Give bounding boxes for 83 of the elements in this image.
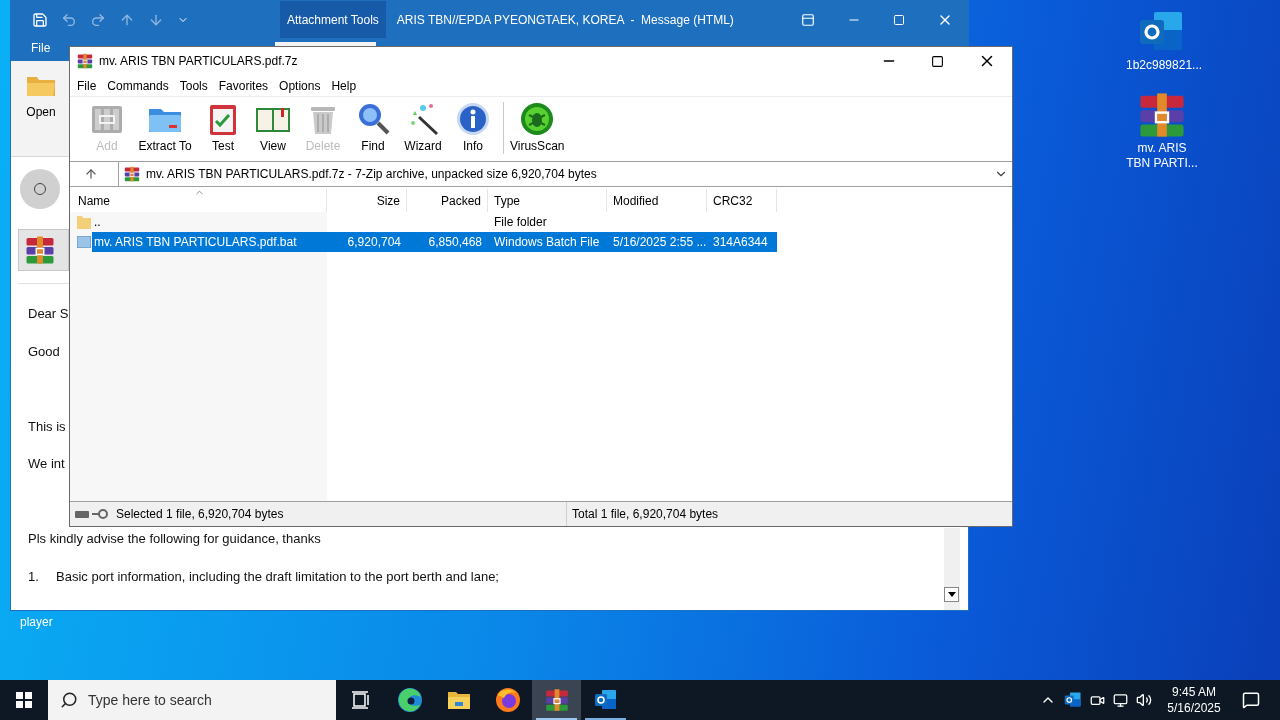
fox-browser-icon <box>494 687 521 713</box>
archive-icon <box>124 166 140 182</box>
key-icon <box>92 509 108 519</box>
browser-icon <box>396 687 423 713</box>
volume-icon[interactable] <box>1136 692 1152 708</box>
scrollbar[interactable] <box>944 528 960 610</box>
ribbon-tab[interactable]: File <box>31 39 51 57</box>
table-cell: 314A6344 <box>713 235 768 249</box>
toolbar-button[interactable]: VirusScan <box>509 99 566 157</box>
mail-app-icon <box>593 688 618 712</box>
folder-icon <box>26 75 56 97</box>
folder-icon <box>446 690 471 710</box>
table-cell: .. <box>94 215 101 229</box>
body-text: Good <box>28 342 61 361</box>
clock[interactable]: 9:45 AM 5/16/2025 <box>1164 684 1224 716</box>
taskbar-app[interactable] <box>532 680 581 720</box>
archive-icon <box>544 688 569 712</box>
toolbar-button[interactable]: Find <box>348 99 398 157</box>
body-text: Pls kindly advise the following for guidance, thanks <box>28 530 322 548</box>
body-text: This is <box>28 417 67 436</box>
running-indicator <box>536 718 577 720</box>
scroll-down-button[interactable] <box>944 587 959 602</box>
archive-icon <box>25 235 55 265</box>
toolbar-button[interactable]: Extract To <box>132 99 198 157</box>
column-header[interactable]: Type <box>488 189 607 212</box>
down-triangle-icon <box>947 592 956 597</box>
running-indicator <box>585 718 626 720</box>
desktop-icon-label: player <box>20 614 53 631</box>
table-cell: 6,850,468 <box>428 235 482 249</box>
status-text: Total 1 file, 6,920,704 bytes <box>572 506 719 523</box>
toolbar-button[interactable]: Wizard <box>398 99 448 157</box>
address-field[interactable]: mv. ARIS TBN PARTICULARS.pdf.7z - 7-Zip archive, unpacked size 6,920,704 bytes <box>118 162 1012 186</box>
maximize-icon[interactable] <box>931 54 944 68</box>
body-text: Basic port information, including the draft limitation to the port berth and lane; <box>56 567 499 586</box>
desktop-icon[interactable]: 1b2c989821... <box>1118 8 1206 73</box>
menu-item[interactable]: Favorites <box>218 76 269 95</box>
search-field[interactable]: Type here to search <box>48 680 336 720</box>
menu-item[interactable]: File <box>77 76 97 95</box>
body-text: Dear S <box>28 305 70 323</box>
menu-item[interactable]: Commands <box>107 76 169 95</box>
desktop-icon[interactable]: mv. ARIS TBN PARTI... <box>1118 91 1206 171</box>
toolbar-button[interactable]: Test <box>198 99 248 157</box>
list-number: 1. <box>28 567 40 586</box>
tray-mail-icon <box>1064 691 1082 709</box>
window-title: ARIS TBN//EPDA PYEONGTAEK, KOREA - Message (HTML) <box>396 11 734 29</box>
table-cell: 6,920,704 <box>347 235 401 249</box>
network-icon[interactable] <box>1113 692 1128 708</box>
table-cell: mv. ARIS TBN PARTICULARS.pdf.bat <box>94 235 297 249</box>
up-folder-icon[interactable] <box>84 167 98 181</box>
table-cell: 5/16/2025 2:55 ... <box>613 235 707 249</box>
menu-item[interactable]: Options <box>279 76 321 95</box>
menu-item[interactable]: Tools <box>179 76 208 95</box>
windows-logo-icon <box>16 692 32 708</box>
toolbar-button[interactable]: Info <box>448 99 498 157</box>
column-header[interactable]: CRC32 <box>707 189 777 212</box>
task-view-icon <box>350 691 371 709</box>
attachment-card[interactable] <box>18 229 69 271</box>
file-icon <box>77 236 91 248</box>
column-header[interactable]: Packed <box>407 189 488 212</box>
context-tab-label: Attachment Tools <box>280 1 386 38</box>
toolbar-button[interactable]: View <box>248 99 298 157</box>
desktop-icon-label: mv. ARIS TBN PARTI... <box>1126 141 1198 171</box>
menu-item[interactable]: Help <box>331 76 357 95</box>
table-cell: Windows Batch File <box>494 235 600 249</box>
file-row[interactable]: .. File folder <box>70 212 1012 232</box>
archive-icon <box>77 53 93 69</box>
bug-scan-icon <box>519 101 556 137</box>
folder-icon <box>77 215 91 229</box>
window-title: mv. ARIS TBN PARTICULARS.pdf.7z <box>99 53 298 70</box>
column-header[interactable]: Modified <box>607 189 707 212</box>
table-cell: File folder <box>494 215 547 229</box>
notification-icon[interactable] <box>1242 691 1260 709</box>
drive-icon <box>75 510 89 518</box>
status-text: Selected 1 file, 6,920,704 bytes <box>116 506 285 523</box>
column-header[interactable]: Name <box>70 189 327 212</box>
archive-icon <box>1138 91 1186 139</box>
body-text: We int <box>28 455 66 473</box>
column-header[interactable]: Size <box>327 189 407 212</box>
open-button[interactable]: Open <box>21 75 61 156</box>
info-icon <box>455 101 491 137</box>
save-icon[interactable] <box>32 11 48 28</box>
ribbon-display-icon[interactable] <box>801 12 815 27</box>
search-icon <box>60 691 78 709</box>
